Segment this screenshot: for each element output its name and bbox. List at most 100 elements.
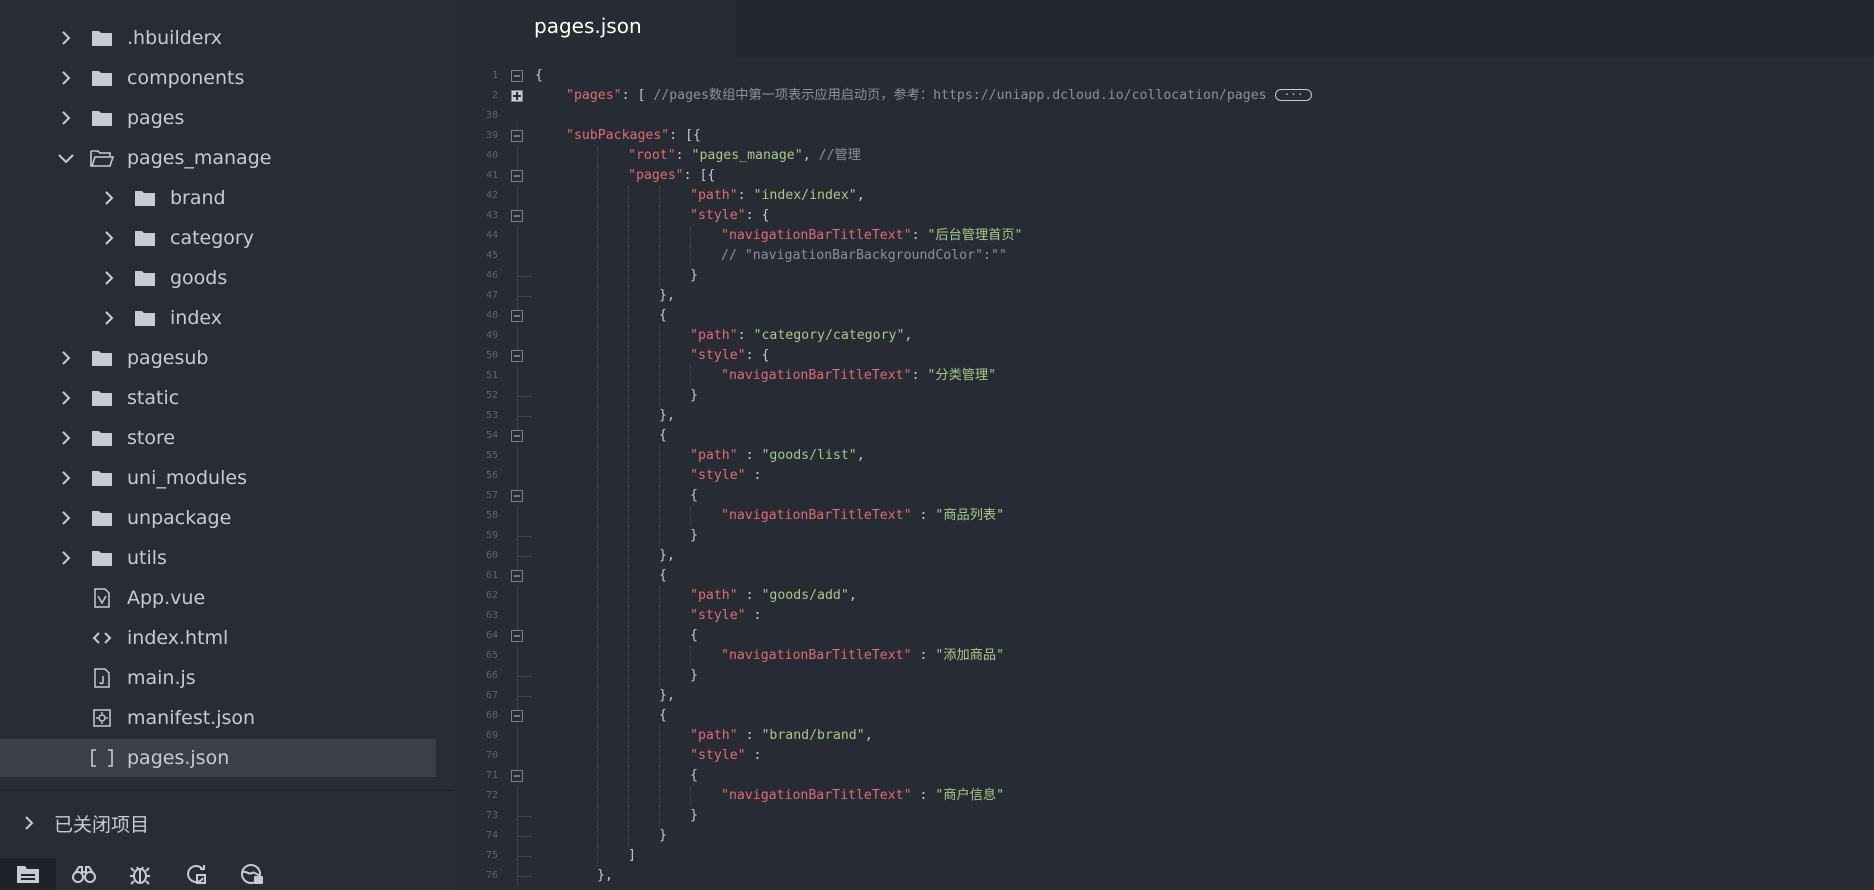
- tree-item-uni-modules[interactable]: uni_modules: [0, 459, 436, 497]
- fold-collapse-icon[interactable]: [511, 210, 523, 222]
- refresh-plugin-icon[interactable]: [168, 858, 224, 890]
- tree-item-brand[interactable]: brand: [0, 179, 436, 217]
- code-line[interactable]: "navigationBarTitleText" : "商户信息": [721, 786, 1004, 806]
- tree-item-pages[interactable]: pages: [0, 99, 436, 137]
- code-line[interactable]: "path" : "brand/brand",: [690, 726, 873, 746]
- code-line[interactable]: {: [659, 426, 667, 446]
- code-line[interactable]: {: [535, 66, 543, 86]
- code-line[interactable]: "style" :: [690, 466, 761, 486]
- tree-item-category[interactable]: category: [0, 219, 436, 257]
- indent-guide: [659, 506, 660, 526]
- code-line[interactable]: "style" :: [690, 746, 761, 766]
- fold-collapse-icon[interactable]: [511, 490, 523, 502]
- tree-item-pages-json[interactable]: pages.json: [0, 739, 436, 777]
- code-line[interactable]: "path" : "goods/add",: [690, 586, 857, 606]
- code-line[interactable]: "navigationBarTitleText": "后台管理首页": [721, 226, 1022, 246]
- project-manager-icon[interactable]: [0, 858, 56, 890]
- json-key: "path": [690, 588, 738, 603]
- code-line[interactable]: "navigationBarTitleText": "分类管理": [721, 366, 996, 386]
- code-line[interactable]: },: [659, 406, 675, 426]
- fold-collapse-icon[interactable]: [511, 350, 523, 362]
- tree-item-hbuilderx[interactable]: .hbuilderx: [0, 19, 436, 57]
- code-line[interactable]: // "navigationBarBackgroundColor":"": [721, 246, 1007, 266]
- code-line[interactable]: "style" :: [690, 606, 761, 626]
- fold-collapse-icon[interactable]: [511, 70, 523, 82]
- code-line[interactable]: }: [690, 666, 698, 686]
- code-line[interactable]: {: [659, 566, 667, 586]
- code-line[interactable]: "style": {: [690, 206, 769, 226]
- closed-projects-section[interactable]: 已关闭项目: [18, 808, 149, 838]
- code-line[interactable]: "style": {: [690, 346, 769, 366]
- code-line[interactable]: }: [659, 826, 667, 846]
- code-line[interactable]: "pages": [{: [628, 166, 715, 186]
- tree-item-pages-manage[interactable]: pages_manage: [0, 139, 436, 177]
- indent-guide: [628, 566, 629, 586]
- code-line[interactable]: "path": "category/category",: [690, 326, 912, 346]
- code-line[interactable]: }: [690, 386, 698, 406]
- tree-item-app-vue[interactable]: App.vue: [0, 579, 436, 617]
- code-line[interactable]: }: [690, 526, 698, 546]
- tree-item-store[interactable]: store: [0, 419, 436, 457]
- fold-collapse-icon[interactable]: [511, 130, 523, 142]
- code-line[interactable]: "path" : "goods/list",: [690, 446, 865, 466]
- indent-guide: [597, 386, 598, 406]
- fold-guide-line: [517, 306, 518, 310]
- bug-icon[interactable]: [112, 858, 168, 890]
- tree-item-label: store: [127, 427, 176, 449]
- tree-item-static[interactable]: static: [0, 379, 436, 417]
- code-line[interactable]: "pages": [ //pages数组中第一项表示应用启动页，参考：https…: [566, 86, 1313, 106]
- code-line[interactable]: "path": "index/index",: [690, 186, 865, 206]
- tree-item-manifest-json[interactable]: manifest.json: [0, 699, 436, 737]
- json-string: "goods/add": [761, 588, 849, 603]
- fold-collapse-icon[interactable]: [511, 570, 523, 582]
- tab-pages-json[interactable]: pages.json: [454, 0, 736, 57]
- fold-collapse-icon[interactable]: [511, 710, 523, 722]
- tree-item-components[interactable]: components: [0, 59, 436, 97]
- tree-item-label: index: [170, 307, 222, 329]
- fold-expand-icon[interactable]: [511, 90, 523, 102]
- code-line[interactable]: }: [690, 806, 698, 826]
- chevron-right-icon: [55, 507, 77, 529]
- code-line[interactable]: "navigationBarTitleText" : "添加商品": [721, 646, 1004, 666]
- code-line[interactable]: {: [690, 626, 698, 646]
- browser-icon[interactable]: [224, 858, 280, 890]
- tree-item-goods[interactable]: goods: [0, 259, 436, 297]
- fold-collapse-icon[interactable]: [511, 430, 523, 442]
- code-line[interactable]: "root": "pages_manage", //管理: [628, 146, 861, 166]
- code-line[interactable]: {: [659, 306, 667, 326]
- code-punct: {: [535, 68, 543, 83]
- fold-guide-line: [517, 406, 518, 426]
- tree-item-utils[interactable]: utils: [0, 539, 436, 577]
- line-number: 45: [485, 250, 498, 261]
- code-line[interactable]: }: [690, 266, 698, 286]
- code-line[interactable]: },: [659, 286, 675, 306]
- tree-item-unpackage[interactable]: unpackage: [0, 499, 436, 537]
- code-line[interactable]: "subPackages": [{: [566, 126, 701, 146]
- fold-guide-line: [517, 646, 518, 666]
- fold-collapse-icon[interactable]: [511, 630, 523, 642]
- code-line[interactable]: },: [597, 866, 613, 886]
- fold-collapse-icon[interactable]: [511, 310, 523, 322]
- code-line[interactable]: ]: [628, 846, 636, 866]
- indent-guide: [659, 746, 660, 766]
- code-line[interactable]: {: [690, 766, 698, 786]
- code-line[interactable]: {: [659, 706, 667, 726]
- fold-collapse-icon[interactable]: [511, 770, 523, 782]
- code-line[interactable]: },: [659, 686, 675, 706]
- code-line[interactable]: "navigationBarTitleText" : "商品列表": [721, 506, 1004, 526]
- tree-item-main-js[interactable]: main.js: [0, 659, 436, 697]
- binoculars-icon[interactable]: [56, 858, 112, 890]
- tree-item-index[interactable]: index: [0, 299, 436, 337]
- code-punct: :: [745, 608, 762, 623]
- code-punct: ]: [628, 848, 636, 863]
- tree-item-index-html[interactable]: index.html: [0, 619, 436, 657]
- json-key: "navigationBarTitleText": [721, 788, 912, 803]
- json-key: "navigationBarTitleText": [721, 368, 912, 383]
- code-line[interactable]: {: [690, 486, 698, 506]
- indent-guide: [628, 726, 629, 746]
- fold-end-marker: [518, 296, 532, 297]
- folded-ellipsis[interactable]: ···: [1274, 89, 1313, 101]
- tree-item-pagesub[interactable]: pagesub: [0, 339, 436, 377]
- fold-collapse-icon[interactable]: [511, 170, 523, 182]
- code-line[interactable]: },: [659, 546, 675, 566]
